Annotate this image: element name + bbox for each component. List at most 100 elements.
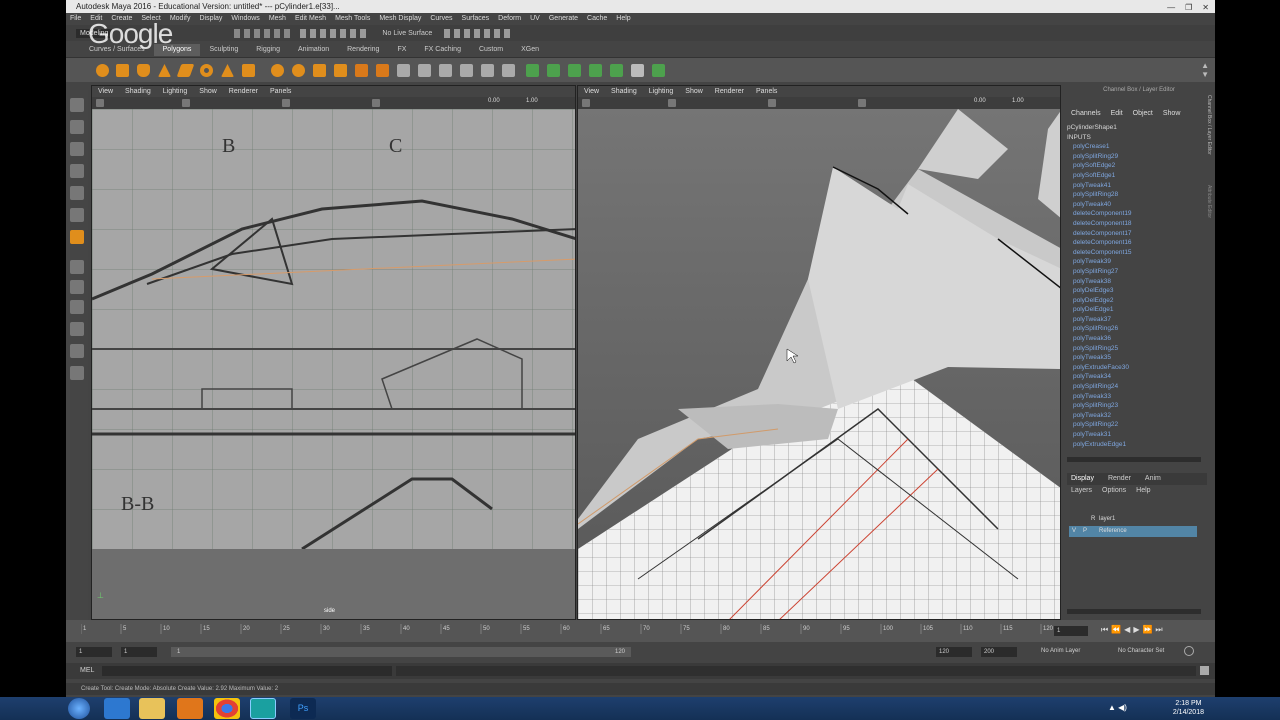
script-editor-icon[interactable]	[1200, 666, 1209, 675]
vp2-menu-shading[interactable]: Shading	[611, 86, 637, 97]
shelf-scroll-icon[interactable]: ▲ ▼	[1201, 61, 1209, 79]
time-slider[interactable]: 1 5 10 15 20 25 30 35 40 45 50 55 60 65 70 75 80 85 90 95 10…	[66, 620, 1215, 642]
uv-auto-icon[interactable]	[589, 64, 602, 77]
vp1-xray-icon[interactable]	[372, 99, 380, 107]
layer-tab-display[interactable]: Display	[1071, 473, 1094, 485]
layer-scrollbar[interactable]	[1067, 609, 1201, 614]
vp2-menu-show[interactable]: Show	[685, 86, 703, 97]
checker-icon[interactable]	[631, 64, 644, 77]
poly-pipe-icon[interactable]	[242, 64, 255, 77]
input-node[interactable]: polyTweak36	[1067, 334, 1132, 344]
layout-icon-3[interactable]	[70, 322, 84, 336]
menu-display[interactable]: Display	[199, 13, 222, 25]
current-frame-field[interactable]: 1	[1054, 626, 1088, 636]
uv-planar-icon[interactable]	[526, 64, 539, 77]
maya-icon[interactable]	[250, 698, 276, 719]
fill-hole-icon[interactable]	[481, 64, 494, 77]
layer-menu-layers[interactable]: Layers	[1071, 487, 1092, 494]
input-node[interactable]: polyDelEdge3	[1067, 286, 1132, 296]
lasso-tool-icon[interactable]	[70, 120, 84, 134]
input-node[interactable]: polyExtrudeEdge1	[1067, 440, 1132, 450]
menu-mesh-tools[interactable]: Mesh Tools	[335, 13, 370, 25]
mel-label[interactable]: MEL	[80, 667, 94, 674]
input-node[interactable]: polySplitRing28	[1067, 190, 1132, 200]
explorer-icon[interactable]	[139, 698, 165, 719]
input-node[interactable]: polyTweak41	[1067, 181, 1132, 191]
menu-generate[interactable]: Generate	[549, 13, 578, 25]
start-time-field[interactable]: 1	[76, 647, 112, 657]
chrome-icon[interactable]	[214, 698, 240, 719]
input-node[interactable]: deleteComponent17	[1067, 229, 1132, 239]
mel-input[interactable]	[102, 666, 392, 676]
poly-plane-icon[interactable]	[176, 64, 195, 77]
paint-select-icon[interactable]	[70, 142, 84, 156]
vp1-menu-shading[interactable]: Shading	[125, 86, 151, 97]
clock[interactable]: 2:18 PM 2/14/2018	[1173, 699, 1204, 717]
vp2-menu-view[interactable]: View	[584, 86, 599, 97]
extrude-icon[interactable]	[355, 64, 368, 77]
vp2-camera-icon[interactable]	[582, 99, 590, 107]
input-node[interactable]: polyTweak33	[1067, 392, 1132, 402]
side-tab-attribute-editor[interactable]: Attribute Editor	[1206, 185, 1212, 218]
poly-pyramid-icon[interactable]	[221, 64, 234, 77]
create-tool-icon[interactable]	[70, 230, 84, 244]
menu-surfaces[interactable]: Surfaces	[462, 13, 490, 25]
bevel-icon[interactable]	[397, 64, 410, 77]
input-node[interactable]: polySplitRing26	[1067, 324, 1132, 334]
vp1-grid-icon[interactable]	[182, 99, 190, 107]
input-node[interactable]: polySplitRing25	[1067, 344, 1132, 354]
input-node[interactable]: polyDelEdge2	[1067, 296, 1132, 306]
vp2-exposure-value[interactable]: 0.00	[974, 98, 986, 104]
vp1-menu-renderer[interactable]: Renderer	[229, 86, 258, 97]
combine-icon[interactable]	[271, 64, 284, 77]
multi-cut-icon[interactable]	[418, 64, 431, 77]
channel-menu-channels[interactable]: Channels	[1071, 110, 1101, 117]
menu-cache[interactable]: Cache	[587, 13, 607, 25]
layout-icon[interactable]	[70, 280, 84, 294]
side-tab-channel-box[interactable]: Channel Box / Layer Editor	[1206, 95, 1212, 155]
playback-start-field[interactable]: 1	[121, 647, 157, 657]
menu-mesh-display[interactable]: Mesh Display	[379, 13, 421, 25]
ie-icon[interactable]	[104, 698, 130, 719]
playback-end-field[interactable]: 120	[936, 647, 972, 657]
input-node[interactable]: polySplitRing22	[1067, 420, 1132, 430]
input-node[interactable]: polyTweak32	[1067, 411, 1132, 421]
shelf-tab-xgen[interactable]: XGen	[512, 44, 548, 56]
input-node[interactable]: polySplitRing23	[1067, 401, 1132, 411]
input-node[interactable]: polyTweak39	[1067, 257, 1132, 267]
shelf-tab-sculpting[interactable]: Sculpting	[200, 44, 247, 56]
menu-edit-mesh[interactable]: Edit Mesh	[295, 13, 326, 25]
shelf-tab-fx[interactable]: FX	[388, 44, 415, 56]
vp2-xray-icon[interactable]	[858, 99, 866, 107]
input-node[interactable]: polyTweak35	[1067, 353, 1132, 363]
input-node[interactable]: deleteComponent15	[1067, 248, 1132, 258]
single-view-icon[interactable]	[70, 260, 84, 274]
layer-menu-options[interactable]: Options	[1102, 487, 1126, 494]
menu-modify[interactable]: Modify	[170, 13, 191, 25]
input-node[interactable]: polyTweak38	[1067, 277, 1132, 287]
render-icons[interactable]	[444, 28, 515, 38]
menu-uv[interactable]: UV	[530, 13, 540, 25]
vp2-grid-icon[interactable]	[668, 99, 676, 107]
poly-cone-icon[interactable]	[158, 64, 171, 77]
shape-node-name[interactable]: pCylinderShape1	[1067, 123, 1132, 133]
poly-cube-icon[interactable]	[116, 64, 129, 77]
menu-file[interactable]: File	[70, 13, 81, 25]
mirror-icon[interactable]	[313, 64, 326, 77]
input-node[interactable]: polySplitRing24	[1067, 382, 1132, 392]
input-node[interactable]: polySplitRing29	[1067, 152, 1132, 162]
layer-row-reference[interactable]: V P Reference	[1069, 526, 1197, 537]
layer-tab-anim[interactable]: Anim	[1145, 473, 1161, 485]
vp1-menu-show[interactable]: Show	[199, 86, 217, 97]
viewport-persp[interactable]: View Shading Lighting Show Renderer Pane…	[577, 85, 1061, 620]
scale-tool-icon[interactable]	[70, 208, 84, 222]
menu-mesh[interactable]: Mesh	[269, 13, 286, 25]
anim-layer-dropdown[interactable]: No Anim Layer	[1041, 648, 1080, 654]
media-player-icon[interactable]	[177, 698, 203, 719]
vp1-menu-panels[interactable]: Panels	[270, 86, 291, 97]
vp1-menu-view[interactable]: View	[98, 86, 113, 97]
input-node[interactable]: deleteComponent18	[1067, 219, 1132, 229]
input-node[interactable]: polySoftEdge2	[1067, 161, 1132, 171]
vp1-camera-icon[interactable]	[96, 99, 104, 107]
uv-editor-icon[interactable]	[610, 64, 623, 77]
